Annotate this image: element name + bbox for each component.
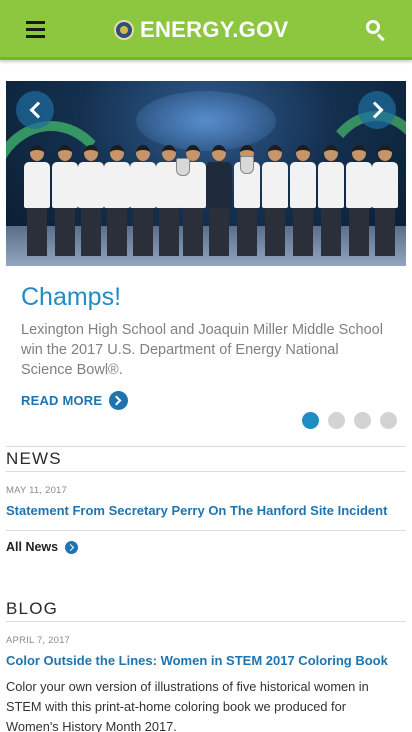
section-divider xyxy=(6,471,406,472)
carousel-dot-2[interactable] xyxy=(328,412,345,429)
blog-heading: BLOG xyxy=(6,599,59,618)
carousel-dot-3[interactable] xyxy=(354,412,371,429)
read-more-link[interactable]: READ MORE xyxy=(21,391,129,410)
blog-item-description: Color your own version of illustrations … xyxy=(6,679,369,732)
section-divider xyxy=(6,530,406,531)
site-header: ENERGY.GOV xyxy=(0,0,412,60)
chevron-right-circle-icon xyxy=(65,540,79,554)
doe-seal-icon xyxy=(114,20,134,40)
chevron-right-circle-icon xyxy=(109,391,129,410)
carousel-dot-4[interactable] xyxy=(380,412,397,429)
search-icon[interactable] xyxy=(366,20,386,42)
trophy-icon xyxy=(240,156,254,174)
news-heading: NEWS xyxy=(6,449,62,468)
section-divider xyxy=(6,446,406,447)
all-news-label: All News xyxy=(6,540,59,554)
all-news-link[interactable]: All News xyxy=(6,540,79,554)
hero-carousel-image xyxy=(6,81,406,266)
hamburger-menu-icon[interactable] xyxy=(26,21,46,39)
carousel-dot-1[interactable] xyxy=(302,412,319,429)
carousel-prev-button[interactable] xyxy=(16,91,54,129)
feature-description: Lexington High School and Joaquin Miller… xyxy=(21,322,383,378)
section-divider xyxy=(6,621,406,622)
chevron-right-icon xyxy=(366,101,383,119)
read-more-label: READ MORE xyxy=(21,393,103,408)
news-item-title-link[interactable]: Statement From Secretary Perry On The Ha… xyxy=(6,503,406,518)
trophy-icon xyxy=(176,158,190,176)
carousel-pagination xyxy=(302,412,406,429)
feature-title[interactable]: Champs! xyxy=(21,283,121,312)
site-logo[interactable]: ENERGY.GOV xyxy=(114,14,288,46)
site-name: ENERGY.GOV xyxy=(140,17,289,42)
students-group-photo xyxy=(6,116,406,256)
carousel-next-button[interactable] xyxy=(358,91,396,129)
blog-item-title-link[interactable]: Color Outside the Lines: Women in STEM 2… xyxy=(6,653,406,668)
blog-item-date: APRIL 7, 2017 xyxy=(6,635,71,646)
news-item-date: MAY 11, 2017 xyxy=(6,485,68,496)
chevron-left-icon xyxy=(29,101,46,119)
